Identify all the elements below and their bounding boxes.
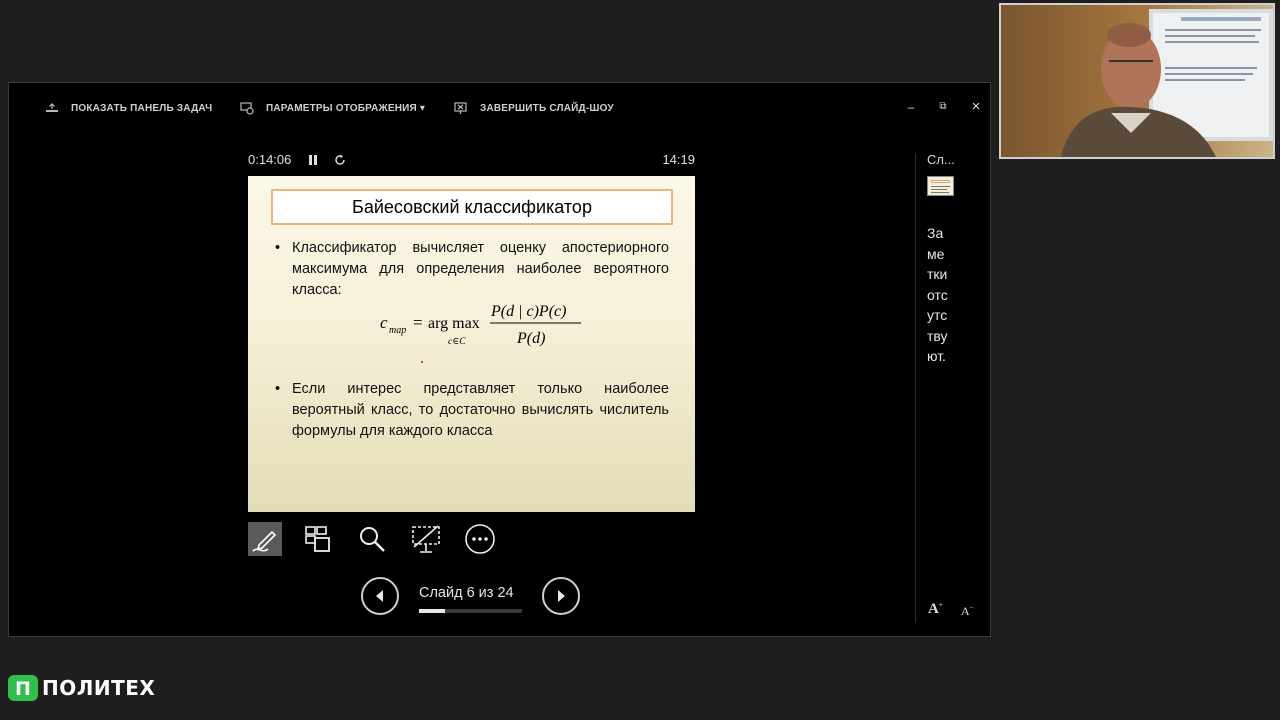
restart-icon[interactable]: [334, 154, 346, 166]
notes-text: Заметки отсутствуют.: [927, 225, 948, 364]
pen-tool-button[interactable]: [248, 522, 282, 556]
slide-progress-fill: [419, 609, 445, 613]
bullet-text: Если интерес представляет только наиболе…: [292, 381, 669, 439]
slide-counter[interactable]: Слайд 6 из 24: [419, 585, 514, 601]
current-time: 14:19: [662, 152, 695, 167]
formula-denominator: P(d): [516, 330, 545, 347]
formula-eq: =: [413, 313, 423, 332]
bayes-formula: c map = arg max c∈C P(d | c)P(c) P(d): [380, 303, 581, 347]
black-screen-icon: [412, 525, 440, 553]
end-slideshow-label: ЗАВЕРШИТЬ СЛАЙД-ШОУ: [480, 102, 614, 114]
display-settings-button[interactable]: ПАРАМЕТРЫ ОТОБРАЖЕНИЯ ▾: [240, 97, 425, 119]
current-slide[interactable]: Байесовский классификатор • Классификато…: [248, 176, 695, 512]
bullet-text: Классификатор вычисляет оценку апостерио…: [292, 240, 669, 298]
see-all-slides-icon: [305, 526, 330, 552]
decrease-font-button[interactable]: A−: [961, 604, 974, 619]
previous-slide-button[interactable]: [361, 577, 399, 615]
show-taskbar-button[interactable]: ПОКАЗАТЬ ПАНЕЛЬ ЗАДАЧ: [45, 97, 212, 119]
close-button[interactable]: ×: [968, 99, 984, 115]
formula-argmax: arg max: [428, 315, 480, 332]
formula-numerator: P(d | c)P(c): [490, 303, 566, 320]
formula-lhs: c: [380, 313, 388, 332]
decrease-font-label: A: [961, 604, 970, 618]
svg-text:П: П: [15, 678, 31, 700]
notes-divider[interactable]: [915, 153, 916, 623]
end-slideshow-button[interactable]: ЗАВЕРШИТЬ СЛАЙД-ШОУ: [454, 97, 614, 119]
politeh-logo: П ПОЛИТЕХ: [8, 673, 155, 703]
taskbar-icon: [46, 103, 58, 112]
next-slide-button[interactable]: [542, 577, 580, 615]
more-options-button[interactable]: [463, 522, 497, 556]
slide-title: Байесовский классификатор: [271, 189, 673, 225]
formula-argmax-sub: c∈C: [448, 337, 466, 347]
politeh-logo-text: ПОЛИТЕХ: [42, 676, 156, 700]
increase-font-label: A: [928, 601, 939, 617]
webcam-video: [999, 3, 1275, 159]
show-taskbar-label: ПОКАЗАТЬ ПАНЕЛЬ ЗАДАЧ: [71, 102, 213, 114]
end-slideshow-icon: [454, 102, 467, 114]
politeh-logo-icon: П: [8, 675, 38, 701]
previous-arrow-icon: [376, 590, 383, 602]
zoom-button[interactable]: [355, 522, 389, 556]
slide-bullet: • Если интерес представляет только наибо…: [275, 379, 669, 442]
next-arrow-icon: [558, 590, 565, 602]
minimize-button[interactable]: –: [903, 99, 919, 115]
pause-icon[interactable]: [308, 155, 318, 166]
zoom-icon: [360, 527, 385, 552]
see-all-slides-button[interactable]: [301, 522, 335, 556]
slide-progress-bar: [419, 609, 522, 613]
timer-bar: 0:14:06 14:19: [248, 152, 695, 170]
pen-tool-icon: [252, 530, 277, 552]
increase-font-button[interactable]: A+: [928, 601, 943, 618]
slide-navigation: Слайд 6 из 24: [361, 577, 583, 617]
display-settings-icon: [240, 102, 254, 115]
formula-lhs-sub: map: [389, 325, 406, 336]
bullet-dot: •: [275, 240, 281, 256]
black-screen-button[interactable]: [409, 522, 443, 556]
lecturer-video-frame: [1001, 5, 1273, 157]
restore-button[interactable]: ⧉: [935, 99, 951, 115]
next-slide-thumbnail[interactable]: [927, 176, 954, 196]
slide-bullet: • Классификатор вычисляет оценку апостер…: [275, 238, 669, 301]
next-slide-header: Сл...: [927, 152, 955, 167]
more-options-icon: [465, 524, 495, 554]
presenter-toolbar: ПОКАЗАТЬ ПАНЕЛЬ ЗАДАЧ ПАРАМЕТРЫ ОТОБРАЖЕ…: [9, 97, 990, 119]
elapsed-time: 0:14:06: [248, 152, 292, 167]
display-settings-label: ПАРАМЕТРЫ ОТОБРАЖЕНИЯ ▾: [266, 102, 426, 114]
bullet-dot: •: [275, 381, 281, 397]
laser-pointer-dot: [421, 361, 423, 363]
presenter-view: ПОКАЗАТЬ ПАНЕЛЬ ЗАДАЧ ПАРАМЕТРЫ ОТОБРАЖЕ…: [8, 82, 991, 637]
